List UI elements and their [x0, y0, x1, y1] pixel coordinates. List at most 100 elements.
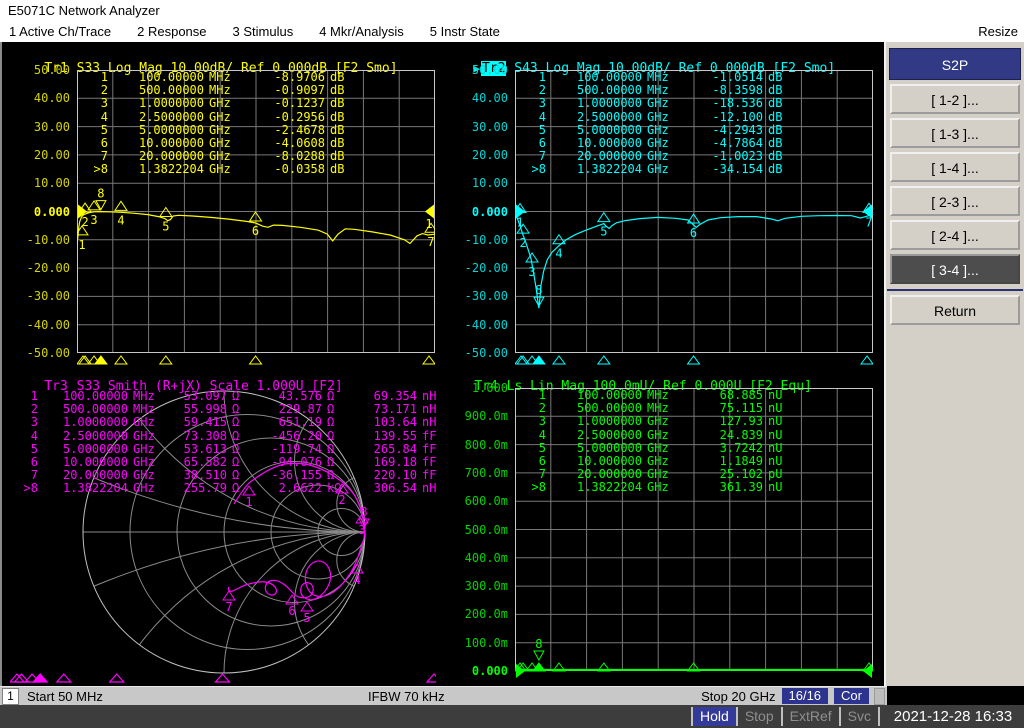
svg-text:1: 1 — [78, 238, 85, 252]
marker-table-cell: >8 — [23, 481, 38, 496]
menu-item-5[interactable]: 5 Instr State — [430, 22, 500, 42]
marker-table-cell: dB — [768, 122, 783, 137]
tr2-marker-table: 1 100.00000 MHz -1.0514 dB 2 500.00000 MHz -8.35… — [520, 70, 798, 177]
svg-text:8: 8 — [535, 283, 542, 297]
tr1-title: Tr1 S33 Log Mag 10.00dB/ Ref 0.000dB [F2… — [12, 45, 397, 76]
extref-indicator: ExtRef — [780, 707, 839, 726]
marker-table-cell: Ω — [232, 441, 240, 456]
marker-table-cell: GHz — [209, 162, 231, 177]
marker-table-cell: 265.84 — [373, 441, 417, 456]
svg-text:7: 7 — [225, 600, 232, 614]
softkey-2-3[interactable]: [ 2-3 ]... — [890, 186, 1020, 216]
marker-table-cell: nU — [768, 414, 783, 429]
y-tick-label: -20.00 — [464, 261, 508, 276]
svg-text:1: 1 — [425, 217, 432, 231]
correction-badge: Cor — [834, 688, 869, 704]
marker-table-cell: 1.0000000 — [138, 96, 204, 111]
menu-item-2[interactable]: 2 Response — [137, 22, 206, 42]
tr3-marker-row — [10, 673, 436, 683]
svg-text:6: 6 — [252, 224, 259, 238]
marker-table-cell: Ω — [232, 428, 240, 443]
marker-table-cell: 1.0000000 — [62, 415, 128, 430]
marker-table-cell: nU — [768, 440, 783, 455]
marker-table-cell: dB — [330, 96, 345, 111]
y-tick-label: 40.00 — [471, 91, 508, 106]
marker-table-cell: nH — [422, 481, 437, 496]
softkey-panel: S2P [ 1-2 ]... [ 1-3 ]... [ 1-4 ]... [ 2-3 … — [884, 42, 1024, 686]
softkey-header-s2p[interactable]: S2P — [889, 48, 1021, 80]
marker-table-cell: 4 — [100, 109, 108, 124]
softkey-3-4[interactable]: [ 3-4 ]... — [890, 254, 1020, 284]
marker-table-row: >8 1.3822204 GHz 361.39 nU — [520, 481, 798, 494]
marker-table-cell: 5.0000000 — [138, 122, 204, 137]
svg-text:3: 3 — [90, 213, 97, 227]
y-tick-label: -50.00 — [464, 346, 508, 360]
resize-button[interactable]: Resize — [978, 22, 1018, 42]
softkey-1-4[interactable]: [ 1-4 ]... — [890, 152, 1020, 182]
sweep-points-badge: 16/16 — [781, 688, 829, 704]
marker-table-cell: 127.93 — [719, 414, 763, 429]
marker-table-cell: 2.5000000 — [62, 428, 128, 443]
marker-table-cell: Ω — [232, 454, 240, 469]
tr3-marker-table: 1 100.00000 MHz 53.097 Ω 43.576 Ω 69.354 nH 2 500.… — [16, 389, 446, 496]
marker-table-cell: dB — [330, 122, 345, 137]
svg-text:2: 2 — [519, 236, 526, 250]
marker-table-cell: 139.55 — [373, 428, 417, 443]
hold-indicator: Hold — [691, 707, 736, 726]
svg-text:3: 3 — [528, 265, 535, 279]
y-tick-label: 300.0m — [464, 579, 508, 594]
marker-table-cell: 361.39 — [719, 480, 763, 495]
marker-table-row: >8 1.3822204 GHz -34.154 dB — [520, 163, 798, 176]
y-tick-label: 10.00 — [33, 176, 70, 191]
marker-table-cell: GHz — [209, 109, 231, 124]
marker-table-cell: 1.3822204 — [576, 162, 642, 177]
marker-table-cell: dB — [330, 109, 345, 124]
marker-table-cell: -0.1237 — [274, 96, 325, 111]
marker-table-cell: GHz — [133, 481, 155, 496]
marker-table-cell: Ω — [232, 481, 240, 496]
marker-table-cell: >8 — [531, 162, 546, 177]
marker-table-cell: 5 — [538, 440, 546, 455]
tr4-title: Tr4 Ls Lin Mag 100.0mU/ Ref 0.000U [F2 E… — [442, 363, 812, 394]
marker-table-cell: dB — [768, 162, 783, 177]
softkey-1-3[interactable]: [ 1-3 ]... — [890, 118, 1020, 148]
y-tick-label: -10.00 — [464, 232, 508, 247]
marker-table-cell: 5 — [30, 441, 38, 456]
svg-text:8: 8 — [535, 637, 542, 651]
svg-text:1: 1 — [516, 215, 523, 229]
marker-table-cell: 59.415 — [183, 415, 227, 430]
marker-table-cell: 255.79 — [183, 481, 227, 496]
marker-table-row: 5 5.0000000 GHz -4.2943 dB — [520, 122, 798, 137]
marker-table-cell: dB — [768, 109, 783, 124]
marker-table-cell: 24.839 — [719, 427, 763, 442]
y-tick-label: 1.000 — [471, 381, 508, 395]
y-tick-label: -30.00 — [26, 289, 70, 304]
menu-item-1[interactable]: 1 Active Ch/Trace — [9, 22, 111, 42]
menu-item-4[interactable]: 4 Mkr/Analysis — [319, 22, 404, 42]
softkey-2-4[interactable]: [ 2-4 ]... — [890, 220, 1020, 250]
tr1-marker-table: 1 100.00000 MHz -8.9706 dB 2 500.00000 MHz -0.90… — [82, 70, 360, 177]
y-tick-label: 600.0m — [464, 494, 508, 509]
y-tick-label: 100.0m — [464, 635, 508, 650]
svg-text:4: 4 — [353, 573, 360, 587]
marker-table-cell: Ω — [327, 428, 335, 443]
marker-table-cell: GHz — [647, 162, 669, 177]
marker-table-cell: 3 — [538, 96, 546, 111]
y-tick-label: 500.0m — [464, 522, 508, 537]
marker-table-cell: GHz — [133, 441, 155, 456]
marker-table-cell: 5.0000000 — [62, 441, 128, 456]
marker-table-cell: -4.2943 — [712, 122, 763, 137]
ifbw-readout: IFBW 70 kHz — [368, 688, 445, 704]
menu-item-3[interactable]: 3 Stimulus — [233, 22, 294, 42]
softkey-return[interactable]: Return — [890, 295, 1020, 325]
window-title: E5071C Network Analyzer — [0, 0, 1024, 22]
svc-indicator: Svc — [838, 707, 878, 726]
marker-table-row: 4 2.5000000 GHz 73.308 Ω -456.20 Ω 139.55 fF — [16, 428, 446, 443]
y-tick-label: 800.0m — [464, 437, 508, 452]
softkey-buttons: [ 1-2 ]... [ 1-3 ]... [ 1-4 ]... [ 2-3 ]...… — [886, 84, 1024, 325]
channel-indicator: 1 — [2, 687, 19, 705]
marker-table-cell: -456.20 — [271, 428, 322, 443]
marker-table-cell: >8 — [531, 480, 546, 495]
marker-table-cell: Ω — [232, 389, 240, 403]
softkey-1-2[interactable]: [ 1-2 ]... — [890, 84, 1020, 114]
